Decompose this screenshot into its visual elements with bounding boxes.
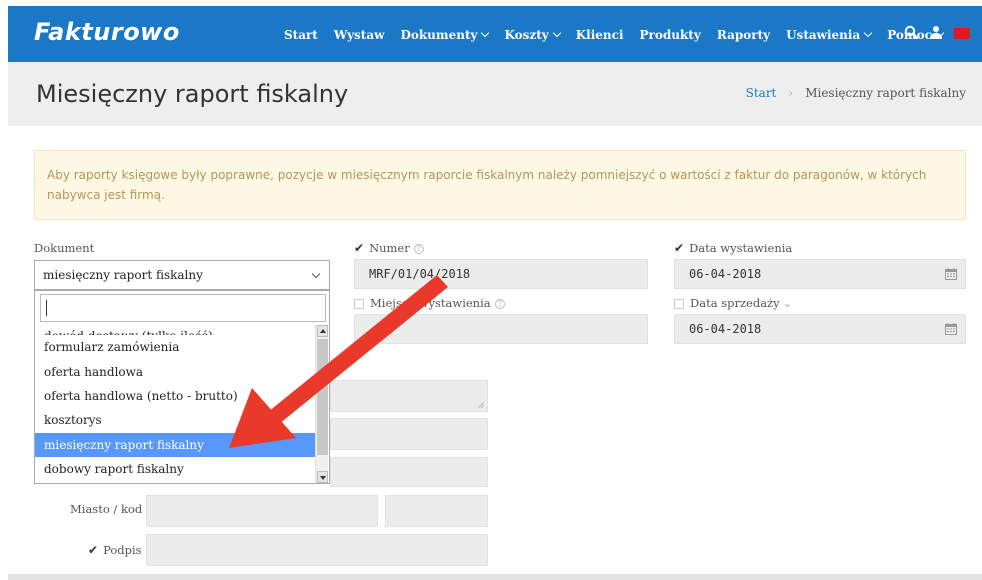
red-arrow-annotation bbox=[229, 275, 448, 448]
bottom-border bbox=[8, 574, 982, 580]
